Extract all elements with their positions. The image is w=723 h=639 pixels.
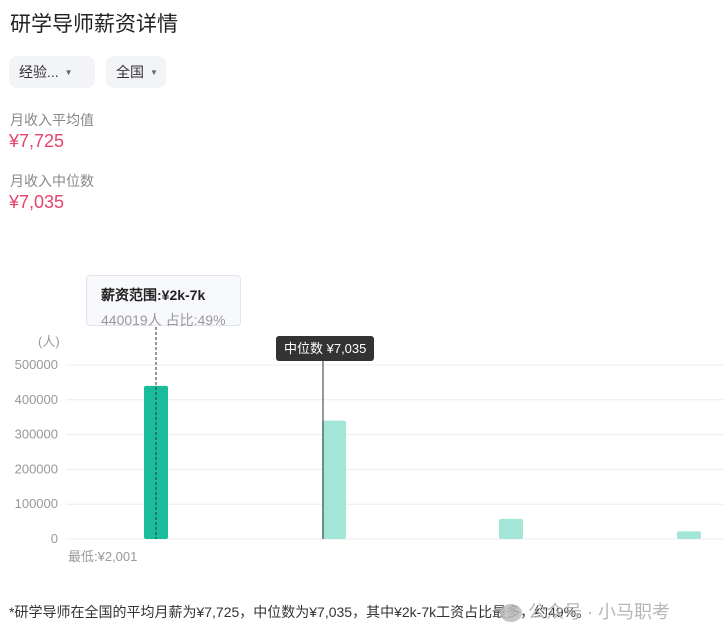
bars bbox=[144, 385, 701, 539]
y-tick-label: 400000 bbox=[15, 392, 58, 407]
region-filter-label: 全国 bbox=[116, 64, 144, 80]
experience-filter-label: 经验... bbox=[19, 64, 59, 80]
wechat-icon bbox=[500, 604, 522, 623]
bar-tooltip: 薪资范围:¥2k-7k 440019人 占比:49% bbox=[86, 275, 241, 328]
y-axis-label: (人) bbox=[38, 334, 60, 349]
bar[interactable] bbox=[322, 420, 346, 539]
average-income-value: ¥7,725 bbox=[9, 131, 65, 151]
y-tick-label: 100000 bbox=[15, 496, 58, 511]
bar[interactable] bbox=[677, 531, 701, 539]
caret-down-icon: ▼ bbox=[150, 68, 158, 78]
median-income-label: 月收入中位数 bbox=[10, 173, 94, 189]
median-income-value: ¥7,035 bbox=[9, 192, 65, 212]
watermark-text: 公众号 · 小马职考 bbox=[528, 602, 670, 622]
y-tick-label: 0 bbox=[51, 531, 58, 546]
experience-filter-dropdown[interactable]: 经验... ▼ bbox=[9, 56, 95, 88]
y-axis: (人) 500000 400000 300000 200000 100000 0 bbox=[15, 334, 60, 546]
bar[interactable] bbox=[499, 518, 523, 539]
median-marker-label: 中位数 ¥7,035 bbox=[276, 336, 375, 361]
caret-down-icon: ▼ bbox=[64, 68, 73, 78]
y-tick-label: 500000 bbox=[15, 357, 58, 372]
page-title: 研学导师薪资详情 bbox=[10, 13, 178, 36]
tooltip-body: 440019人 占比:49% bbox=[101, 312, 226, 328]
x-axis-min-label: 最低:¥2,001 bbox=[68, 549, 137, 564]
average-income-label: 月收入平均值 bbox=[10, 112, 94, 128]
watermark: 公众号 · 小马职考 bbox=[500, 598, 670, 624]
region-filter-dropdown[interactable]: 全国 ▼ bbox=[106, 56, 166, 88]
y-tick-label: 200000 bbox=[15, 461, 58, 476]
y-tick-label: 300000 bbox=[15, 427, 58, 442]
tooltip-title: 薪资范围:¥2k-7k bbox=[101, 287, 206, 303]
